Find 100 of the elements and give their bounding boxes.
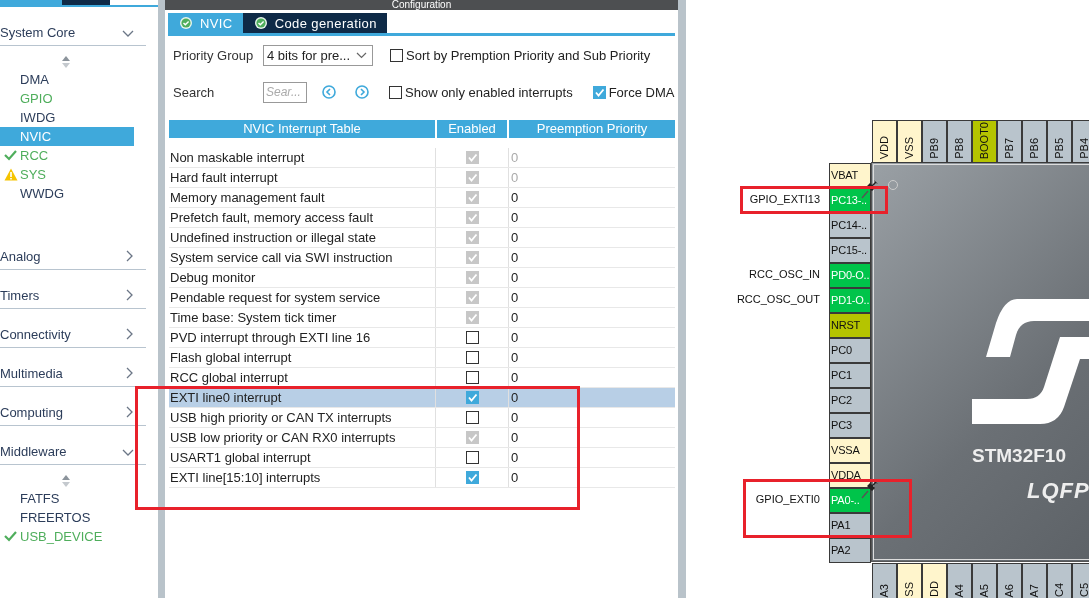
table-row[interactable]: Hard fault interrupt 0	[169, 168, 675, 188]
table-cell-text: 0	[510, 149, 520, 167]
category-header[interactable]: Computing	[0, 405, 63, 425]
pin[interactable]: PB8	[947, 120, 972, 163]
pin[interactable]: NRST	[829, 313, 871, 338]
pin[interactable]: C4	[1047, 563, 1072, 598]
pin[interactable]: VSSA	[829, 438, 871, 463]
table-cell: USB high priority or CAN TX interrupts	[169, 408, 436, 427]
check-icon	[4, 149, 17, 161]
pin[interactable]: A7	[1022, 563, 1047, 598]
panel-title: Configuration	[165, 0, 678, 10]
pin[interactable]: A4	[947, 563, 972, 598]
chevron-down-icon[interactable]	[122, 449, 134, 457]
table-row[interactable]: Undefined instruction or illegal state 0	[169, 228, 675, 248]
table-row[interactable]: EXTI line0 interrupt 0	[169, 388, 675, 408]
table-row[interactable]: Non maskable interrupt 0	[169, 148, 675, 168]
pin[interactable]: PB5	[1047, 120, 1072, 163]
table-row[interactable]: Time base: System tick timer 0	[169, 308, 675, 328]
table-cell: PVD interrupt through EXTI line 16	[169, 328, 436, 347]
package-label: LQFP	[1027, 478, 1089, 504]
pin[interactable]: DD	[922, 563, 947, 598]
priority-group-dropdown[interactable]: 4 bits for pre...	[263, 44, 373, 66]
chevron-right-icon[interactable]	[126, 367, 134, 379]
checkbox[interactable]	[465, 331, 479, 344]
table-cell-text: 0	[510, 369, 520, 387]
checkbox[interactable]	[465, 371, 479, 384]
pin[interactable]: A3	[872, 563, 897, 598]
sort-icon[interactable]	[61, 54, 71, 70]
checkbox[interactable]	[465, 391, 479, 404]
table-row[interactable]: USART1 global interrupt 0	[169, 448, 675, 468]
category-header[interactable]: Connectivity	[0, 327, 71, 347]
table-row[interactable]: USB low priority or CAN RX0 interrupts 0	[169, 428, 675, 448]
tab[interactable]: Code generation	[242, 13, 387, 33]
sort-icon[interactable]	[61, 473, 71, 489]
table-cell-text: 0	[510, 229, 520, 247]
pin[interactable]: PA2	[829, 538, 871, 563]
category-header[interactable]: Multimedia	[0, 366, 63, 386]
table-row[interactable]: Debug monitor 0	[169, 268, 675, 288]
pin[interactable]: PB6	[1022, 120, 1047, 163]
chevron-right-icon[interactable]	[126, 406, 134, 418]
pin[interactable]: PC1	[829, 363, 871, 388]
table-row[interactable]: Pendable request for system service 0	[169, 288, 675, 308]
checkbox[interactable]	[465, 471, 479, 484]
checkbox-label: Show only enabled interrupts	[405, 84, 573, 100]
pin[interactable]: PC15-..	[829, 238, 871, 263]
chip-name: STM32F10	[972, 445, 1066, 467]
pin[interactable]: PB9	[922, 120, 947, 163]
pin[interactable]: PC0	[829, 338, 871, 363]
checkbox[interactable]	[390, 48, 403, 62]
previous-icon[interactable]	[322, 85, 336, 99]
pin[interactable]: SS	[897, 563, 922, 598]
table-row[interactable]: EXTI line[15:10] interrupts 0	[169, 468, 675, 488]
table-cell-text: 0	[510, 449, 520, 467]
sidebar-item[interactable]: DMA	[0, 70, 134, 89]
table-row[interactable]: Prefetch fault, memory access fault 0	[169, 208, 675, 228]
sidebar-item[interactable]: FREERTOS	[0, 508, 134, 527]
table-cell-text: 0	[510, 429, 520, 447]
table-row[interactable]: System service call via SWI instruction 0	[169, 248, 675, 268]
checkbox[interactable]	[592, 85, 606, 99]
pin[interactable]: PC14-..	[829, 213, 871, 238]
pin[interactable]: PB7	[997, 120, 1022, 163]
table-row[interactable]: Flash global interrupt 0	[169, 348, 675, 368]
table-cell-text: 0	[510, 349, 520, 367]
checkbox[interactable]	[465, 451, 479, 464]
signal-label: GPIO_EXTI0	[755, 493, 820, 505]
pin[interactable]: A5	[972, 563, 997, 598]
chevron-right-icon[interactable]	[126, 289, 134, 301]
table-row[interactable]: PVD interrupt through EXTI line 16 0	[169, 328, 675, 348]
category-header[interactable]: Middleware	[0, 444, 67, 464]
chevron-down-icon[interactable]	[122, 30, 134, 38]
table-cell: Non maskable interrupt	[169, 148, 436, 167]
table-cell-text: 0	[510, 309, 520, 327]
pin[interactable]: PC3	[829, 413, 871, 438]
next-icon[interactable]	[355, 85, 369, 99]
category-header[interactable]: Timers	[0, 288, 40, 308]
table-cell: System service call via SWI instruction	[169, 248, 436, 267]
pin[interactable]: BOOT0	[972, 120, 997, 163]
search-field[interactable]: Sear...	[263, 81, 307, 103]
sidebar-item[interactable]: FATFS	[0, 489, 134, 508]
category-header[interactable]: System Core	[0, 25, 76, 45]
chevron-right-icon[interactable]	[126, 250, 134, 262]
table-cell: EXTI line0 interrupt	[169, 388, 436, 407]
pin[interactable]: VBAT	[829, 163, 871, 188]
pin[interactable]: PC2	[829, 388, 871, 413]
sidebar-item[interactable]: WWDG	[0, 184, 134, 203]
pin[interactable]: A6	[997, 563, 1022, 598]
table-cell-text: 0	[510, 249, 520, 267]
pin[interactable]: VSS	[897, 120, 922, 163]
checkbox[interactable]	[465, 351, 479, 364]
table-cell: Pendable request for system service	[169, 288, 436, 307]
checkbox[interactable]	[389, 85, 402, 99]
chevron-down-icon	[356, 51, 367, 59]
table-row[interactable]: USB high priority or CAN TX interrupts 0	[169, 408, 675, 428]
table-row[interactable]: Memory management fault 0	[169, 188, 675, 208]
table-cell-text: 0	[510, 329, 520, 347]
pin[interactable]: VDD	[872, 120, 897, 163]
sidebar-item[interactable]: IWDG	[0, 108, 134, 127]
chevron-right-icon[interactable]	[126, 328, 134, 340]
checkbox[interactable]	[465, 411, 479, 424]
category-header[interactable]: Analog	[0, 249, 41, 269]
